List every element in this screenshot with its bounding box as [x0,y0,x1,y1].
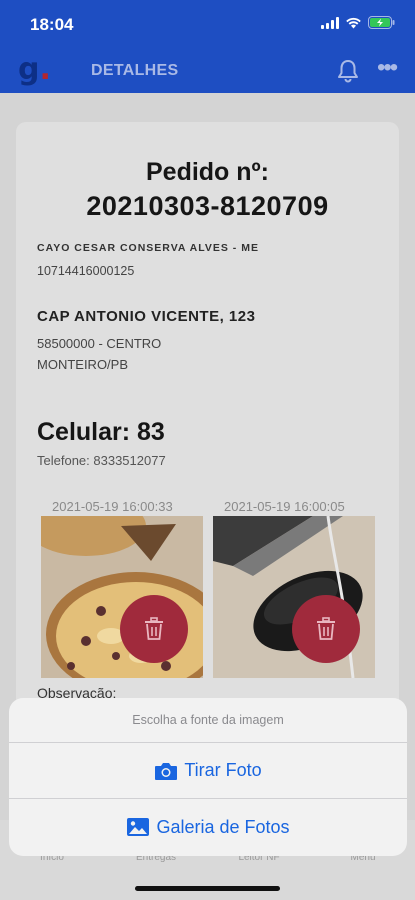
home-indicator [135,886,280,891]
delete-photo-button[interactable] [292,595,360,663]
notifications-button[interactable] [335,58,361,89]
page-title: DETALHES [91,62,179,79]
photo-gallery-label: Galeria de Fotos [156,816,290,837]
company-cnpj: 10714416000125 [37,264,135,278]
photo-thumbnail-pizza[interactable] [41,516,203,678]
take-photo-button[interactable]: Tirar Foto [9,743,407,799]
wifi-icon [346,17,361,28]
trash-icon [145,617,163,640]
camera-icon [155,762,178,780]
photo-gallery-icon [127,818,150,836]
company-name: CAYO CESAR CONSERVA ALVES - ME [37,242,259,254]
cellular-signal-icon [321,16,339,29]
action-sheet-title: Escolha a fonte da imagem [9,698,407,743]
address-zip-district: 58500000 - CENTRO [37,336,162,351]
app-logo: g. [18,52,51,87]
delete-photo-button[interactable] [120,595,188,663]
pizza-photo [41,516,203,678]
photo-timestamp: 2021-05-19 16:00:33 [52,499,173,514]
photo-gallery-button[interactable]: Galeria de Fotos [9,799,407,855]
trash-icon [317,617,335,640]
celular-heading: Celular: 83 [37,418,165,446]
image-source-action-sheet: Escolha a fonte da imagem Tirar Foto Gal… [9,698,407,856]
photo-timestamp: 2021-05-19 16:00:05 [224,499,345,514]
order-number: 20210303-8120709 [86,191,329,221]
address-street: CAP ANTONIO VICENTE, 123 [37,308,256,325]
battery-charging-icon [368,16,395,29]
more-options-button[interactable]: ••• [377,56,398,80]
status-icons [321,16,395,29]
mouse-photo [213,516,375,678]
telefone-text: Telefone: 8333512077 [37,453,166,468]
photo-thumbnail-mouse[interactable] [213,516,375,678]
address-city: MONTEIRO/PB [37,357,129,372]
take-photo-label: Tirar Foto [184,760,262,780]
bell-icon [338,60,358,83]
order-label: Pedido nº: [145,158,269,186]
status-time: 18:04 [30,15,74,34]
